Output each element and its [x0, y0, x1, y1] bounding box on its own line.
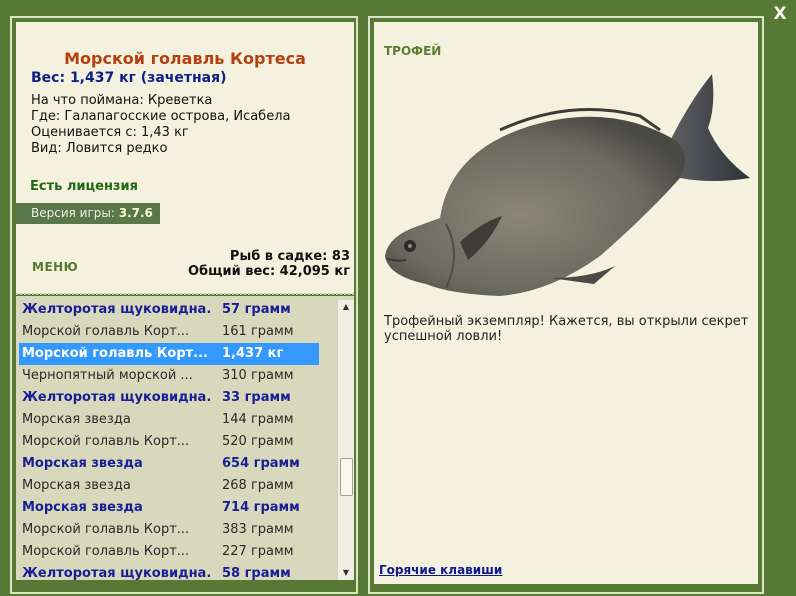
catch-fish-weight: 310 грамм: [222, 368, 294, 383]
catch-list-row[interactable]: Желторотая щуковидна... 33 грамм: [16, 387, 320, 409]
fish-value: Оценивается с: 1,43 кг: [31, 125, 189, 140]
keepnet-stats: Рыб в садке: 83 Общий вес: 42,095 кг: [188, 249, 350, 279]
divider: [16, 293, 354, 295]
catch-fish-weight: 33 грамм: [222, 390, 291, 405]
trophy-description: Трофейный экземпляр! Кажется, вы открыли…: [384, 314, 749, 344]
fish-rarity: Вид: Ловится редко: [31, 141, 168, 156]
catch-fish-name: Морской голавль Корт...: [22, 544, 190, 559]
catch-fish-name: Желторотая щуковидна...: [22, 302, 212, 317]
fish-weight: Вес: 1,437 кг (зачетная): [31, 70, 227, 86]
catch-fish-name: Морская звезда: [22, 500, 143, 515]
catch-list-row[interactable]: Чернопятный морской ... 310 грамм: [16, 365, 320, 387]
fish-count: Рыб в садке: 83: [229, 249, 350, 264]
game-version: Версия игры: 3.7.6: [16, 203, 160, 224]
trophy-panel: ТРОФЕЙ Трофейный экземпляр! Кажется, вы …: [374, 22, 758, 584]
catch-list-row[interactable]: Морской голавль Корт... 161 грамм: [16, 321, 320, 343]
catch-fish-name: Морская звезда: [22, 412, 131, 427]
catch-fish-name: Морская звезда: [22, 478, 131, 493]
version-label: Версия игры:: [31, 206, 115, 220]
list-scrollbar[interactable]: ▲ ▼: [337, 300, 354, 580]
catch-fish-name: Морской голавль Корт...: [22, 434, 190, 449]
fish-info-panel: Морской голавль Кортеса Вес: 1,437 кг (з…: [16, 22, 354, 294]
scroll-thumb[interactable]: [340, 458, 353, 496]
catch-list-row[interactable]: Желторотая щуковидна... 57 грамм: [16, 299, 320, 321]
close-button[interactable]: X: [770, 4, 790, 24]
total-weight: Общий вес: 42,095 кг: [187, 264, 350, 279]
catch-fish-name: Желторотая щуковидна...: [22, 566, 212, 580]
catch-list-row[interactable]: Морской голавль Корт... 227 грамм: [16, 541, 320, 563]
catch-fish-name: Морская звезда: [22, 456, 143, 471]
scroll-down-arrow-icon[interactable]: ▼: [338, 566, 354, 580]
hotkeys-link[interactable]: Горячие клавиши: [379, 563, 502, 577]
catch-fish-name: Морской голавль Корт...: [22, 346, 208, 361]
catch-list-row[interactable]: Морская звезда 714 грамм: [16, 497, 320, 519]
scroll-up-arrow-icon[interactable]: ▲: [338, 300, 354, 314]
catch-fish-weight: 144 грамм: [222, 412, 294, 427]
fish-bait: На что поймана: Креветка: [31, 93, 213, 108]
catch-list-row[interactable]: Желторотая щуковидна... 58 грамм: [16, 563, 320, 580]
catch-list[interactable]: Желторотая щуковидна... 57 грамм Морской г…: [16, 296, 354, 580]
fish-location: Где: Галапагосские острова, Исабела: [31, 109, 291, 124]
catch-fish-weight: 383 грамм: [222, 522, 294, 537]
catch-fish-weight: 1,437 кг: [222, 346, 284, 361]
catch-fish-name: Морской голавль Корт...: [22, 522, 190, 537]
catch-fish-name: Желторотая щуковидна...: [22, 390, 212, 405]
catch-fish-weight: 520 грамм: [222, 434, 294, 449]
fish-picture: [385, 74, 750, 296]
catch-list-row[interactable]: Морская звезда 654 грамм: [16, 453, 320, 475]
catch-list-row[interactable]: Морская звезда 144 грамм: [16, 409, 320, 431]
menu-button[interactable]: МЕНЮ: [32, 260, 78, 274]
catch-fish-weight: 57 грамм: [222, 302, 291, 317]
catch-list-row[interactable]: Морской голавль Корт... 383 грамм: [16, 519, 320, 541]
catch-fish-weight: 268 грамм: [222, 478, 294, 493]
catch-fish-weight: 714 грамм: [222, 500, 300, 515]
catch-fish-name: Морской голавль Корт...: [22, 324, 190, 339]
catch-fish-name: Чернопятный морской ...: [22, 368, 193, 383]
catch-fish-weight: 161 грамм: [222, 324, 294, 339]
fish-title: Морской голавль Кортеса: [64, 49, 306, 68]
catch-fish-weight: 58 грамм: [222, 566, 291, 580]
catch-list-row[interactable]: Морская звезда 268 грамм: [16, 475, 320, 497]
version-value: 3.7.6: [118, 206, 153, 220]
license-status: Есть лицензия: [30, 179, 138, 194]
catch-fish-weight: 227 грамм: [222, 544, 294, 559]
catch-fish-weight: 654 грамм: [222, 456, 300, 471]
catch-list-row[interactable]: Морской голавль Корт... 1,437 кг: [19, 343, 319, 365]
catch-list-row[interactable]: Морской голавль Корт... 520 грамм: [16, 431, 320, 453]
